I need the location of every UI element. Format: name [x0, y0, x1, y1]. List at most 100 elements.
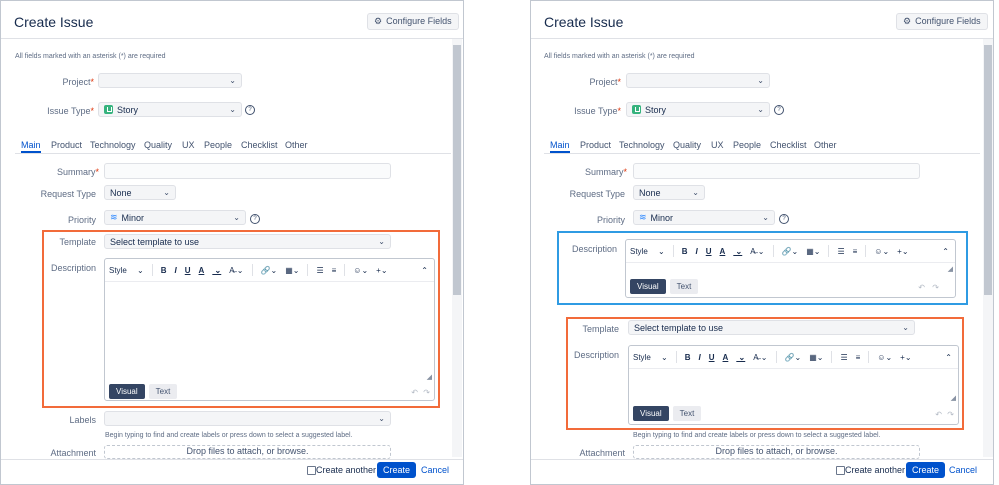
- bold-button[interactable]: B: [682, 247, 688, 256]
- resize-handle-icon[interactable]: ◢: [948, 265, 953, 273]
- cancel-link[interactable]: Cancel: [421, 465, 449, 475]
- visual-mode-button[interactable]: Visual: [630, 279, 666, 294]
- create-button[interactable]: Create: [906, 462, 946, 478]
- tab-main[interactable]: Main: [550, 140, 570, 153]
- link-icon[interactable]: 🔗⌄: [261, 266, 278, 275]
- tab-quality[interactable]: Quality: [673, 140, 701, 150]
- help-icon[interactable]: ?: [245, 105, 255, 115]
- template-select[interactable]: Select template to use ⌄: [628, 320, 915, 335]
- numbered-list-icon[interactable]: ≡: [856, 353, 861, 362]
- help-icon[interactable]: ?: [779, 214, 789, 224]
- bullet-list-icon[interactable]: ☰: [840, 353, 847, 362]
- template-select[interactable]: Select template to use ⌄: [104, 234, 391, 249]
- bold-button[interactable]: B: [161, 266, 167, 275]
- tab-product[interactable]: Product: [51, 140, 82, 150]
- style-dropdown[interactable]: Style ⌄: [633, 353, 668, 362]
- configure-fields-button[interactable]: ⚙ Configure Fields: [896, 13, 988, 30]
- numbered-list-icon[interactable]: ≡: [853, 247, 858, 256]
- tab-ux[interactable]: UX: [711, 140, 724, 150]
- undo-icon[interactable]: ↶: [935, 410, 942, 419]
- tab-people[interactable]: People: [204, 140, 232, 150]
- italic-button[interactable]: I: [175, 266, 177, 275]
- bold-button[interactable]: B: [685, 353, 691, 362]
- text-color-button[interactable]: A ⌄: [720, 247, 743, 256]
- more-formatting-icon[interactable]: A̶ ⌄: [753, 353, 767, 362]
- project-select[interactable]: ⌄: [626, 73, 770, 88]
- image-icon[interactable]: ▦⌄: [809, 353, 823, 362]
- issue-type-select[interactable]: Story ⌄: [626, 102, 770, 117]
- priority-select[interactable]: ≋ Minor ⌄: [633, 210, 775, 225]
- create-another-checkbox[interactable]: [307, 466, 316, 475]
- tab-checklist[interactable]: Checklist: [241, 140, 278, 150]
- configure-fields-button[interactable]: ⚙ Configure Fields: [367, 13, 459, 30]
- redo-icon[interactable]: ↷: [947, 410, 954, 419]
- text-mode-button[interactable]: Text: [148, 384, 178, 399]
- tab-checklist[interactable]: Checklist: [770, 140, 807, 150]
- summary-input[interactable]: [104, 163, 391, 179]
- image-icon[interactable]: ▦⌄: [806, 247, 820, 256]
- help-icon[interactable]: ?: [774, 105, 784, 115]
- numbered-list-icon[interactable]: ≡: [332, 266, 337, 275]
- underline-button[interactable]: U: [709, 353, 715, 362]
- bullet-list-icon[interactable]: ☰: [316, 266, 323, 275]
- request-type-select[interactable]: None ⌄: [633, 185, 705, 200]
- style-dropdown[interactable]: Style ⌄: [109, 266, 144, 275]
- underline-button[interactable]: U: [185, 266, 191, 275]
- scrollbar-thumb[interactable]: [453, 45, 461, 295]
- description-editor[interactable]: Style ⌄ B I U A ⌄ A̶ ⌄ 🔗⌄ ▦⌄ ☰ ≡ ☺⌄ +⌄ ⌃…: [625, 239, 956, 298]
- collapse-toolbar-icon[interactable]: ⌃: [421, 266, 428, 275]
- emoji-icon[interactable]: ☺⌄: [877, 353, 892, 362]
- tab-technology[interactable]: Technology: [90, 140, 136, 150]
- request-type-select[interactable]: None ⌄: [104, 185, 176, 200]
- template-description-editor[interactable]: Style ⌄ B I U A ⌄ A̶ ⌄ 🔗⌄ ▦⌄ ☰ ≡ ☺⌄ +⌄ ⌃…: [628, 345, 959, 425]
- bullet-list-icon[interactable]: ☰: [837, 247, 844, 256]
- summary-input[interactable]: [633, 163, 920, 179]
- scrollbar-thumb[interactable]: [984, 45, 992, 295]
- visual-mode-button[interactable]: Visual: [633, 406, 669, 421]
- redo-icon[interactable]: ↷: [423, 388, 430, 397]
- undo-icon[interactable]: ↶: [918, 283, 925, 292]
- labels-select[interactable]: ⌄: [104, 411, 391, 426]
- create-button[interactable]: Create: [377, 462, 417, 478]
- italic-button[interactable]: I: [696, 247, 698, 256]
- more-formatting-icon[interactable]: A̶ ⌄: [229, 266, 243, 275]
- attachment-dropzone[interactable]: Drop files to attach, or browse.: [633, 445, 920, 459]
- link-icon[interactable]: 🔗⌄: [782, 247, 799, 256]
- tab-technology[interactable]: Technology: [619, 140, 665, 150]
- create-another-checkbox[interactable]: [836, 466, 845, 475]
- tab-quality[interactable]: Quality: [144, 140, 172, 150]
- help-icon[interactable]: ?: [250, 214, 260, 224]
- scrollbar-track[interactable]: [452, 39, 462, 457]
- style-dropdown[interactable]: Style ⌄: [630, 247, 665, 256]
- insert-more-icon[interactable]: +⌄: [897, 247, 908, 256]
- text-color-button[interactable]: A ⌄: [723, 353, 746, 362]
- emoji-icon[interactable]: ☺⌄: [353, 266, 368, 275]
- attachment-dropzone[interactable]: Drop files to attach, or browse.: [104, 445, 391, 459]
- emoji-icon[interactable]: ☺⌄: [874, 247, 889, 256]
- collapse-toolbar-icon[interactable]: ⌃: [942, 247, 949, 256]
- visual-mode-button[interactable]: Visual: [109, 384, 145, 399]
- project-select[interactable]: ⌄: [98, 73, 242, 88]
- redo-icon[interactable]: ↷: [932, 283, 939, 292]
- resize-handle-icon[interactable]: ◢: [951, 394, 956, 402]
- tab-people[interactable]: People: [733, 140, 761, 150]
- text-mode-button[interactable]: Text: [669, 279, 699, 294]
- text-color-button[interactable]: A ⌄: [199, 266, 222, 275]
- link-icon[interactable]: 🔗⌄: [785, 353, 802, 362]
- scrollbar-track[interactable]: [983, 39, 993, 457]
- tab-ux[interactable]: UX: [182, 140, 195, 150]
- tab-other[interactable]: Other: [285, 140, 308, 150]
- issue-type-select[interactable]: Story ⌄: [98, 102, 242, 117]
- image-icon[interactable]: ▦⌄: [285, 266, 299, 275]
- collapse-toolbar-icon[interactable]: ⌃: [945, 353, 952, 362]
- tab-other[interactable]: Other: [814, 140, 837, 150]
- more-formatting-icon[interactable]: A̶ ⌄: [750, 247, 764, 256]
- resize-handle-icon[interactable]: ◢: [427, 373, 432, 381]
- priority-select[interactable]: ≋ Minor ⌄: [104, 210, 246, 225]
- cancel-link[interactable]: Cancel: [949, 465, 977, 475]
- tab-main[interactable]: Main: [21, 140, 41, 153]
- insert-more-icon[interactable]: +⌄: [376, 266, 387, 275]
- undo-icon[interactable]: ↶: [411, 388, 418, 397]
- italic-button[interactable]: I: [699, 353, 701, 362]
- description-editor[interactable]: Style ⌄ B I U A ⌄ A̶ ⌄ 🔗⌄ ▦⌄ ☰ ≡ ☺⌄ +⌄ ⌃…: [104, 258, 435, 401]
